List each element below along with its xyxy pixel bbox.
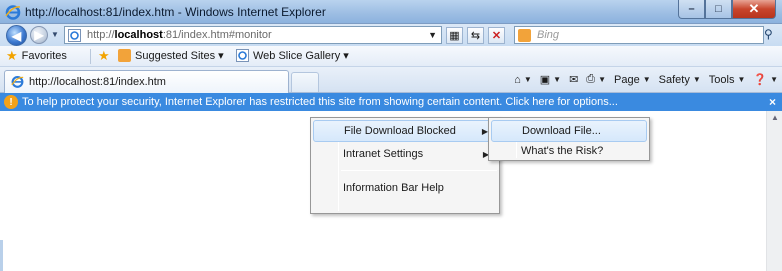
stop-icon[interactable]: ✕ xyxy=(488,27,505,44)
menu-item-file-download-blocked[interactable]: File Download Blocked ▶ xyxy=(313,120,497,142)
address-tools: ▦ ⇆ ✕ xyxy=(446,27,505,44)
suggested-sites-icon xyxy=(118,49,131,62)
window-controls: – □ ✕ xyxy=(678,0,776,19)
scroll-up-icon[interactable]: ▲ xyxy=(771,113,779,122)
ie-logo-icon xyxy=(11,75,24,88)
feeds-button[interactable]: ▣ ▼ xyxy=(540,73,561,86)
new-tab-button[interactable] xyxy=(291,72,319,92)
tab-title: http://localhost:81/index.htm xyxy=(29,76,166,88)
feeds-icon: ▣ xyxy=(539,74,551,86)
mail-icon: ✉ xyxy=(569,74,579,86)
menu-item-whats-the-risk[interactable]: What's the Risk? xyxy=(491,142,647,160)
add-to-favorites-icon: ★ xyxy=(98,48,110,63)
ie-logo-icon xyxy=(5,5,21,20)
tab-active[interactable]: http://localhost:81/index.htm xyxy=(4,70,289,93)
search-placeholder: Bing xyxy=(537,29,560,41)
information-bar[interactable]: ! To help protect your security, Interne… xyxy=(0,93,782,111)
page-edge xyxy=(0,240,3,271)
close-window-button[interactable]: ✕ xyxy=(732,0,776,19)
information-bar-message: To help protect your security, Internet … xyxy=(22,96,618,108)
help-button[interactable]: ❓ ▼ xyxy=(753,73,778,86)
refresh-icon[interactable]: ⇆ xyxy=(467,27,484,44)
menu-item-information-bar-help[interactable]: Information Bar Help xyxy=(313,177,497,199)
print-button[interactable]: ⎙ ▼ xyxy=(586,73,606,86)
bing-icon xyxy=(518,29,531,42)
window-title: http://localhost:81/index.htm - Windows … xyxy=(25,5,326,19)
ie-page-icon xyxy=(236,49,249,62)
web-slice-gallery-link[interactable]: Web Slice Gallery ▾ xyxy=(236,49,349,62)
compatibility-view-icon[interactable]: ▦ xyxy=(446,27,463,44)
maximize-button[interactable]: □ xyxy=(705,0,732,19)
separator xyxy=(90,49,91,64)
favorites-button[interactable]: ★ Favorites xyxy=(6,49,67,62)
menu-separator xyxy=(341,170,497,171)
recent-pages-dropdown[interactable]: ▼ xyxy=(51,30,59,39)
address-url: http://localhost:81/index.htm#monitor xyxy=(87,29,272,41)
mail-button[interactable]: ✉ xyxy=(569,73,578,86)
information-bar-menu: File Download Blocked ▶ Intranet Setting… xyxy=(310,117,500,214)
tools-menu[interactable]: Tools ▼ xyxy=(709,74,746,86)
help-icon: ❓ xyxy=(753,74,768,86)
add-favorites-button[interactable]: ★ xyxy=(98,49,110,62)
favorites-star-icon: ★ xyxy=(6,48,18,63)
menu-item-intranet-settings[interactable]: Intranet Settings ▶ xyxy=(313,143,497,165)
favorites-bar: ★ Favorites ★ Suggested Sites ▾ Web Slic… xyxy=(0,46,782,67)
address-dropdown-icon[interactable]: ▼ xyxy=(428,30,437,40)
file-download-submenu: Download File... What's the Risk? xyxy=(488,117,650,161)
tab-row: http://localhost:81/index.htm ⌂ ▼ ▣ ▼ ✉ ⎙ ▼… xyxy=(0,67,782,93)
safety-menu[interactable]: Safety ▼ xyxy=(659,74,701,86)
menu-item-download-file[interactable]: Download File... xyxy=(491,120,647,142)
title-bar: http://localhost:81/index.htm - Windows … xyxy=(0,0,782,24)
close-information-bar-icon[interactable]: × xyxy=(769,95,776,109)
minimize-button[interactable]: – xyxy=(678,0,705,19)
command-bar: ⌂ ▼ ▣ ▼ ✉ ⎙ ▼ Page ▼ Safety ▼ Tools ▼ ❓ ▼ xyxy=(514,73,778,86)
vertical-scrollbar[interactable]: ▲ xyxy=(766,111,782,271)
print-icon: ⎙ xyxy=(586,73,596,85)
search-icon[interactable]: ⚲ xyxy=(764,27,773,41)
forward-arrow-icon: ▶ xyxy=(34,28,44,42)
search-input[interactable]: Bing xyxy=(514,26,764,44)
warning-shield-icon: ! xyxy=(4,95,18,109)
back-arrow-icon: ◀ xyxy=(11,28,22,43)
forward-button[interactable]: ▶ xyxy=(30,26,48,44)
ie-page-icon xyxy=(68,29,81,42)
page-menu[interactable]: Page ▼ xyxy=(614,74,651,86)
navigation-bar: ◀ ▶ ▼ http://localhost:81/index.htm#moni… xyxy=(0,24,782,46)
suggested-sites-link[interactable]: Suggested Sites ▾ xyxy=(118,49,224,62)
back-button[interactable]: ◀ xyxy=(6,25,27,46)
home-button[interactable]: ⌂ ▼ xyxy=(514,74,532,86)
address-bar[interactable]: http://localhost:81/index.htm#monitor ▼ xyxy=(64,26,442,44)
home-icon: ⌂ xyxy=(514,73,521,86)
